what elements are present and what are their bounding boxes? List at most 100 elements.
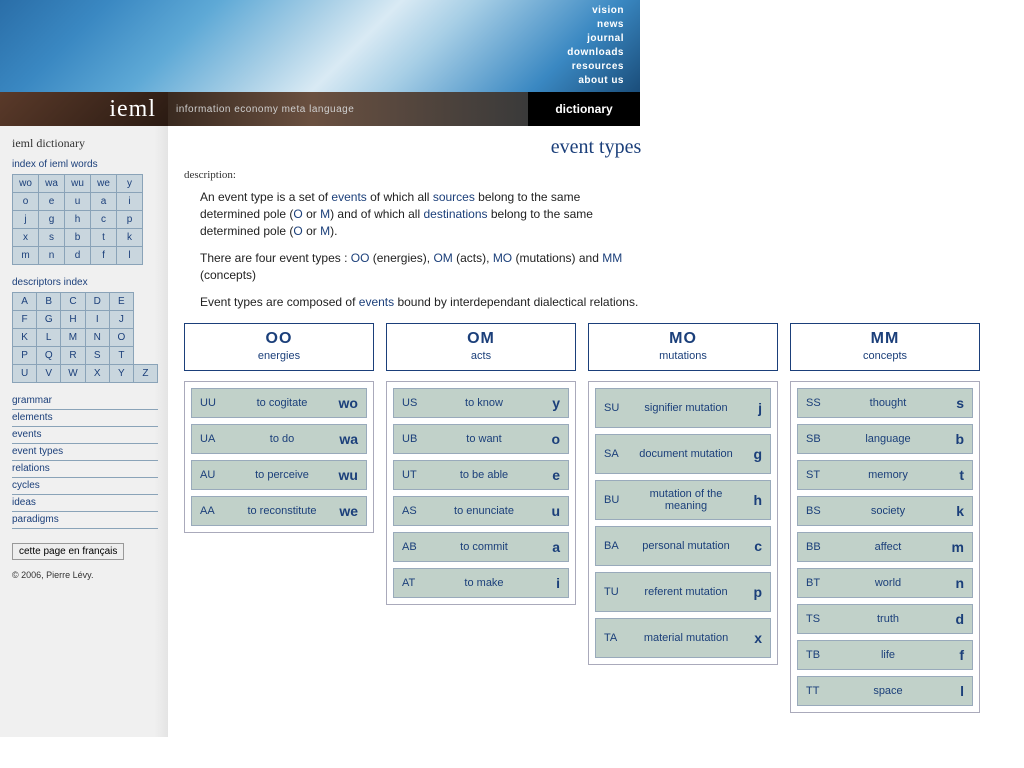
type-item-o[interactable]: UBto wanto	[393, 424, 569, 454]
index-cell-h[interactable]: h	[65, 211, 91, 229]
type-item-y[interactable]: USto knowy	[393, 388, 569, 418]
nav-vision[interactable]: vision	[567, 4, 624, 18]
type-item-e[interactable]: UTto be ablee	[393, 460, 569, 490]
index-cell-t[interactable]: t	[91, 229, 117, 247]
type-item-t[interactable]: STmemoryt	[797, 460, 973, 490]
nav-news[interactable]: news	[567, 18, 624, 32]
index-cell-b[interactable]: b	[65, 229, 91, 247]
descriptor-cell-Y[interactable]: Y	[109, 365, 133, 383]
descriptor-cell-T[interactable]: T	[109, 347, 133, 365]
descriptor-cell-N[interactable]: N	[85, 329, 109, 347]
type-item-i[interactable]: ATto makei	[393, 568, 569, 598]
link-sources[interactable]: sources	[433, 190, 475, 204]
index-cell-d[interactable]: d	[65, 247, 91, 265]
type-item-l[interactable]: TTspacel	[797, 676, 973, 706]
sidebar-link-paradigms[interactable]: paradigms	[12, 512, 158, 529]
descriptor-cell-Z[interactable]: Z	[133, 365, 157, 383]
type-item-u[interactable]: ASto enunciateu	[393, 496, 569, 526]
link-mm[interactable]: MM	[602, 251, 622, 265]
descriptor-cell-P[interactable]: P	[13, 347, 37, 365]
type-item-we[interactable]: AAto reconstitutewe	[191, 496, 367, 526]
link-o2[interactable]: O	[293, 224, 302, 238]
nav-downloads[interactable]: downloads	[567, 46, 624, 60]
sidebar-link-elements[interactable]: elements	[12, 410, 158, 427]
link-events2[interactable]: events	[359, 295, 394, 309]
descriptor-cell-D[interactable]: D	[85, 293, 109, 311]
type-item-j[interactable]: SUsignifier mutationj	[595, 388, 771, 428]
index-cell-f[interactable]: f	[91, 247, 117, 265]
type-head-mo[interactable]: MOmutations	[588, 323, 778, 371]
descriptor-cell-Q[interactable]: Q	[37, 347, 61, 365]
french-button[interactable]: cette page en français	[12, 543, 124, 560]
index-cell-x[interactable]: x	[13, 229, 39, 247]
index-cell-m[interactable]: m	[13, 247, 39, 265]
index-cell-s[interactable]: s	[39, 229, 65, 247]
type-item-wo[interactable]: UUto cogitatewo	[191, 388, 367, 418]
type-head-om[interactable]: OMacts	[386, 323, 576, 371]
descriptor-cell-H[interactable]: H	[61, 311, 85, 329]
descriptor-cell-E[interactable]: E	[109, 293, 133, 311]
sidebar-link-relations[interactable]: relations	[12, 461, 158, 478]
type-item-a[interactable]: ABto commita	[393, 532, 569, 562]
index-cell-wo[interactable]: wo	[13, 175, 39, 193]
index-cell-wa[interactable]: wa	[39, 175, 65, 193]
descriptor-cell-B[interactable]: B	[37, 293, 61, 311]
index-cell-g[interactable]: g	[39, 211, 65, 229]
type-item-s[interactable]: SSthoughts	[797, 388, 973, 418]
index-cell-l[interactable]: l	[117, 247, 143, 265]
descriptor-cell-C[interactable]: C	[61, 293, 85, 311]
type-item-m[interactable]: BBaffectm	[797, 532, 973, 562]
type-item-c[interactable]: BApersonal mutationc	[595, 526, 771, 566]
sidebar-link-grammar[interactable]: grammar	[12, 393, 158, 410]
index-cell-wu[interactable]: wu	[65, 175, 91, 193]
index-cell-o[interactable]: o	[13, 193, 39, 211]
type-item-d[interactable]: TStruthd	[797, 604, 973, 634]
index-cell-a[interactable]: a	[91, 193, 117, 211]
index-cell-y[interactable]: y	[117, 175, 143, 193]
index-cell-p[interactable]: p	[117, 211, 143, 229]
sidebar-link-events[interactable]: events	[12, 427, 158, 444]
link-om[interactable]: OM	[433, 251, 452, 265]
descriptor-cell-U[interactable]: U	[13, 365, 37, 383]
sidebar-link-ideas[interactable]: ideas	[12, 495, 158, 512]
descriptor-cell-O[interactable]: O	[109, 329, 133, 347]
descriptor-cell-X[interactable]: X	[85, 365, 109, 383]
link-events[interactable]: events	[331, 190, 366, 204]
descriptor-cell-M[interactable]: M	[61, 329, 85, 347]
descriptor-cell-R[interactable]: R	[61, 347, 85, 365]
link-destinations[interactable]: destinations	[423, 207, 487, 221]
descriptor-cell-V[interactable]: V	[37, 365, 61, 383]
type-item-n[interactable]: BTworldn	[797, 568, 973, 598]
index-cell-e[interactable]: e	[39, 193, 65, 211]
index-cell-j[interactable]: j	[13, 211, 39, 229]
descriptor-cell-L[interactable]: L	[37, 329, 61, 347]
link-mo[interactable]: MO	[493, 251, 512, 265]
nav-about-us[interactable]: about us	[567, 74, 624, 88]
descriptor-cell-I[interactable]: I	[85, 311, 109, 329]
nav-journal[interactable]: journal	[567, 32, 624, 46]
descriptor-cell-G[interactable]: G	[37, 311, 61, 329]
type-item-g[interactable]: SAdocument mutationg	[595, 434, 771, 474]
sidebar-link-event-types[interactable]: event types	[12, 444, 158, 461]
link-oo[interactable]: OO	[351, 251, 370, 265]
type-item-wa[interactable]: UAto dowa	[191, 424, 367, 454]
descriptor-cell-W[interactable]: W	[61, 365, 85, 383]
type-item-x[interactable]: TAmaterial mutationx	[595, 618, 771, 658]
type-item-k[interactable]: BSsocietyk	[797, 496, 973, 526]
descriptor-cell-S[interactable]: S	[85, 347, 109, 365]
index-cell-u[interactable]: u	[65, 193, 91, 211]
type-item-b[interactable]: SBlanguageb	[797, 424, 973, 454]
link-o1[interactable]: O	[293, 207, 302, 221]
link-m1[interactable]: M	[320, 207, 330, 221]
descriptor-cell-K[interactable]: K	[13, 329, 37, 347]
type-item-wu[interactable]: AUto perceivewu	[191, 460, 367, 490]
sidebar-link-cycles[interactable]: cycles	[12, 478, 158, 495]
type-item-h[interactable]: BUmutation of the meaningh	[595, 480, 771, 520]
descriptor-cell-A[interactable]: A	[13, 293, 37, 311]
type-item-p[interactable]: TUreferent mutationp	[595, 572, 771, 612]
index-cell-k[interactable]: k	[117, 229, 143, 247]
descriptor-cell-J[interactable]: J	[109, 311, 133, 329]
index-cell-i[interactable]: i	[117, 193, 143, 211]
index-cell-we[interactable]: we	[91, 175, 117, 193]
type-item-f[interactable]: TBlifef	[797, 640, 973, 670]
